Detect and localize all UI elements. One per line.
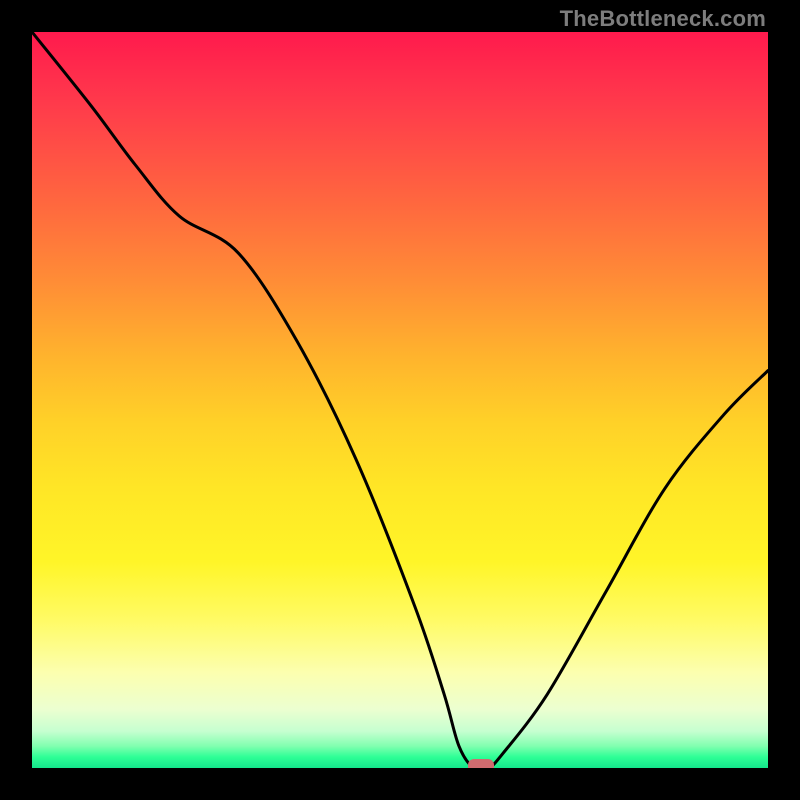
plot-area bbox=[32, 32, 768, 768]
optimum-marker bbox=[468, 759, 494, 768]
curve-layer bbox=[32, 32, 768, 768]
watermark-text: TheBottleneck.com bbox=[560, 6, 766, 32]
chart-frame: TheBottleneck.com bbox=[0, 0, 800, 800]
bottleneck-curve bbox=[32, 32, 768, 768]
